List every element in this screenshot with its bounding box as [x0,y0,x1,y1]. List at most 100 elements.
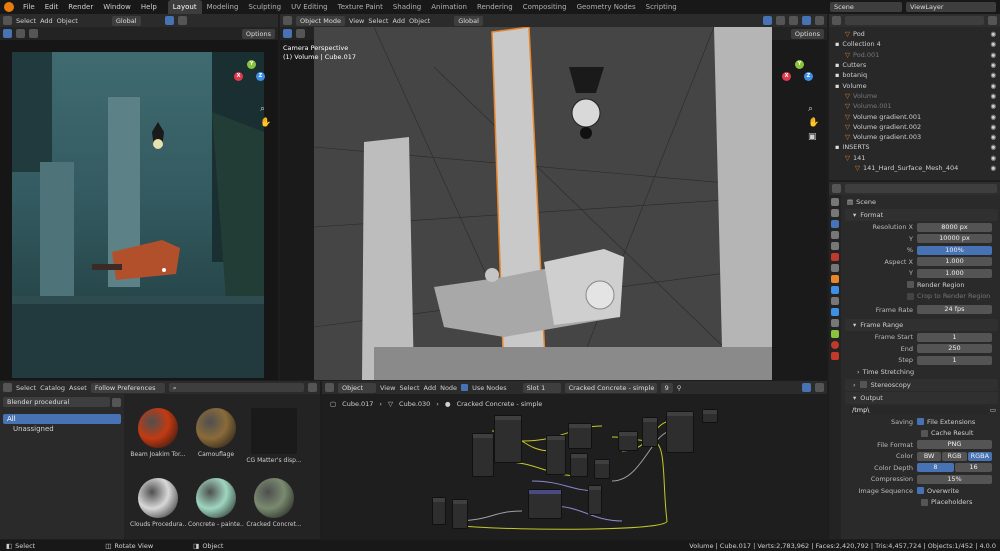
outliner-row[interactable]: ▪ INSERTS ◉ [829,142,1000,152]
tab-view-layer-icon[interactable] [831,231,839,239]
shader-node[interactable] [666,411,694,453]
tab-sculpting[interactable]: Sculpting [243,0,286,14]
visibility-eye-icon[interactable]: ◉ [990,61,996,69]
outliner-row[interactable]: ▽ Volume.001 ◉ [829,101,1000,111]
view-layer-selector[interactable]: ViewLayer [906,2,996,12]
tab-texture-icon[interactable] [831,352,839,360]
color-rgb-button[interactable]: RGB [942,451,967,461]
visibility-eye-icon[interactable]: ◉ [990,40,996,48]
gizmo-z-icon[interactable]: Z [256,72,265,81]
main-menu-add[interactable]: Add [392,17,405,25]
left-menu-object[interactable]: Object [57,17,78,25]
select-mode-icon-2[interactable] [29,29,38,38]
frame-step-field[interactable]: 1 [917,355,992,365]
visibility-eye-icon[interactable]: ◉ [990,113,996,121]
main-orientation-dropdown[interactable]: Global [454,15,483,26]
asset-tile[interactable]: Camouflage [188,408,244,458]
tab-object-icon[interactable] [831,275,839,283]
select-box-icon[interactable] [3,29,12,38]
shader-node[interactable] [528,489,562,519]
visibility-eye-icon[interactable]: ◉ [990,133,996,141]
placeholders-checkbox[interactable] [921,498,928,506]
outliner-row[interactable]: ▽ Pod.001 ◉ [829,50,1000,60]
main-zoom-icon[interactable]: ⌕ [808,104,813,114]
main-menu-object[interactable]: Object [409,17,430,25]
shader-node[interactable] [568,423,592,449]
tab-texture-paint[interactable]: Texture Paint [333,0,388,14]
library-dropdown[interactable]: Blender procedural [3,397,110,407]
shader-node[interactable] [588,485,602,515]
tab-particles-icon[interactable] [831,297,839,305]
pan-icon[interactable]: ✋ [260,118,271,128]
file-format-dropdown[interactable]: PNG [917,440,992,450]
refresh-icon[interactable] [112,397,121,407]
asset-tile[interactable]: Concrete - painte... [188,478,244,528]
tab-collection-icon[interactable] [831,264,839,272]
blender-logo-icon[interactable] [4,2,14,12]
outliner-row[interactable]: ▽ 141_Hard_Surface_Mesh_404 ◉ [829,163,1000,173]
filter-icon[interactable] [988,16,997,25]
resolution-x-field[interactable]: 8000 px [917,222,992,232]
gizmo-y-icon[interactable]: Y [247,60,256,69]
shader-node[interactable] [472,433,494,477]
outliner-row[interactable]: ▪ Volume ◉ [829,80,1000,90]
visibility-eye-icon[interactable]: ◉ [990,92,996,100]
outliner-row[interactable]: ▽ Volume gradient.001 ◉ [829,111,1000,121]
overwrite-checkbox[interactable] [917,487,924,495]
frame-rate-dropdown[interactable]: 24 fps [917,305,992,315]
catalog-item-all[interactable]: All [3,414,121,424]
outliner-row[interactable]: ▪ Cutters ◉ [829,60,1000,70]
main-menu-view[interactable]: View [349,17,364,25]
tab-compositing[interactable]: Compositing [518,0,572,14]
catalog-item-unassigned[interactable]: Unassigned [3,424,121,435]
aspect-x-field[interactable]: 1.000 [917,257,992,267]
asset-tile[interactable]: Beam Joakim Tor... [130,408,186,458]
menu-edit[interactable]: Edit [40,0,64,14]
shading-material-icon[interactable] [802,16,811,25]
proportional-icon[interactable] [177,16,187,25]
tab-material-icon[interactable] [831,341,839,349]
stereoscopy-section-header[interactable]: › Stereoscopy [845,378,998,391]
resolution-pct-field[interactable]: 100% [917,245,992,255]
depth-16-button[interactable]: 16 [955,463,992,473]
properties-editor-icon[interactable] [832,184,841,193]
shader-node[interactable] [642,417,658,447]
visibility-eye-icon[interactable]: ◉ [990,30,996,38]
visibility-eye-icon[interactable]: ◉ [990,123,996,131]
crop-region-checkbox[interactable] [907,292,914,300]
outliner-row[interactable]: ▪ botaniq ◉ [829,70,1000,80]
file-extensions-checkbox[interactable] [917,418,924,426]
main-gizmo-x-icon[interactable]: X [782,72,791,81]
resolution-y-field[interactable]: 10000 px [917,234,992,244]
output-path-field[interactable]: /tmp\ [849,405,988,415]
left-nav-gizmo[interactable]: Y X Z [234,60,268,94]
tab-rendering[interactable]: Rendering [472,0,518,14]
frame-range-section-header[interactable]: ▾ Frame Range [845,318,998,331]
left-menu-add[interactable]: Add [40,17,53,25]
asset-tile[interactable]: CG Matter's disp... [246,408,302,464]
tab-render-icon[interactable] [831,209,839,217]
outliner-row[interactable]: ▽ 141 ◉ [829,153,1000,163]
main-select-mode-icon[interactable] [296,29,305,38]
tab-shading[interactable]: Shading [388,0,426,14]
render-region-checkbox[interactable] [907,281,914,289]
tab-output-icon[interactable] [831,220,839,228]
visibility-eye-icon[interactable]: ◉ [990,51,996,59]
frame-start-field[interactable]: 1 [917,332,992,342]
asset-menu-select[interactable]: Select [16,384,36,392]
outliner-row[interactable]: ▪ Collection 4 ◉ [829,39,1000,49]
camera-view[interactable] [314,27,772,380]
outliner-row[interactable]: ▽ Pod ◉ [829,29,1000,39]
outliner-row[interactable]: ▽ Volume gradient.003 ◉ [829,132,1000,142]
stereoscopy-checkbox[interactable] [859,381,867,388]
shader-node[interactable] [432,497,446,525]
asset-filter-icon[interactable] [308,383,317,392]
main-gizmo-z-icon[interactable]: Z [804,72,813,81]
tab-constraints-icon[interactable] [831,319,839,327]
main-pan-icon[interactable]: ✋ [808,118,819,128]
gizmo-x-icon[interactable]: X [234,72,243,81]
menu-render[interactable]: Render [63,0,98,14]
shading-render-icon[interactable] [815,16,824,25]
visibility-eye-icon[interactable]: ◉ [990,102,996,110]
main-editor-type-icon[interactable] [283,16,292,25]
